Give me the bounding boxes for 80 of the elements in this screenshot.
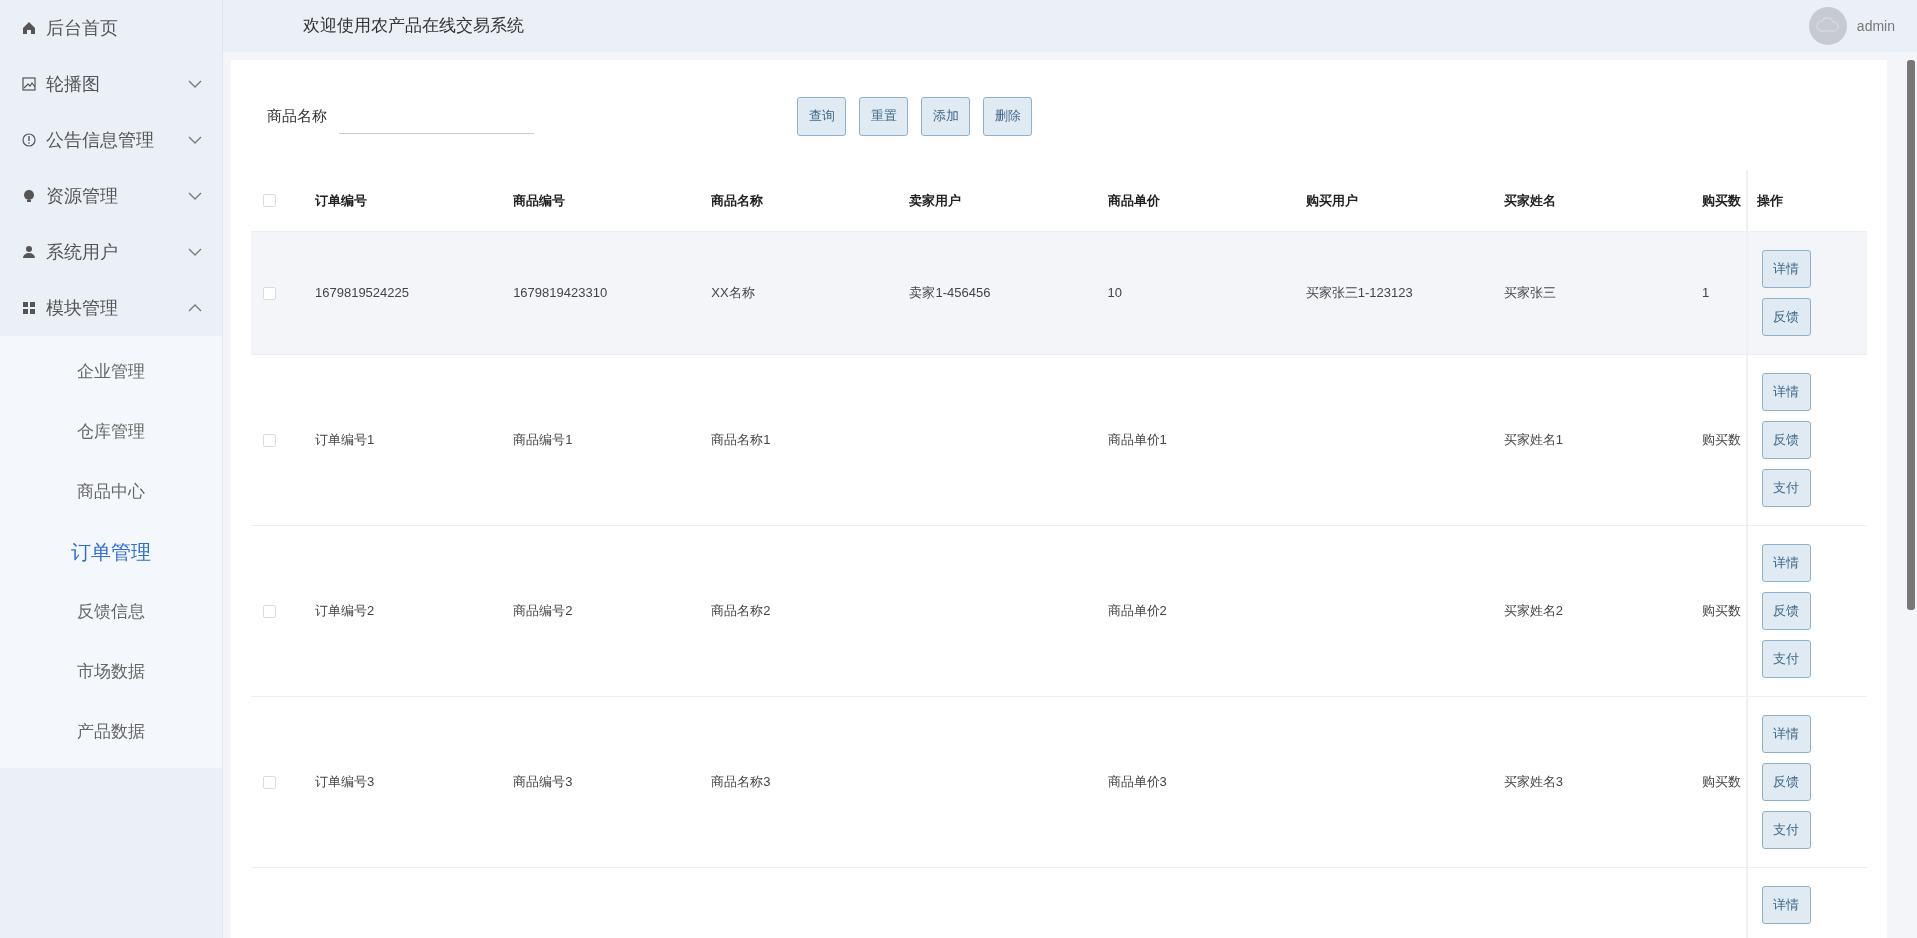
table-cell-text: 买家张三 bbox=[1503, 284, 1556, 303]
action-button[interactable]: 支付 bbox=[1762, 640, 1811, 678]
column-header: 商品名称 bbox=[711, 191, 764, 210]
column-header: 订单编号 bbox=[315, 191, 367, 210]
action-button[interactable]: 详情 bbox=[1762, 886, 1811, 924]
sidebar-item[interactable]: 后台首页 bbox=[0, 0, 222, 56]
table-cell-text: 购买数 bbox=[1702, 773, 1741, 792]
submenu-item[interactable]: 市场数据 bbox=[0, 642, 222, 702]
table-cell-text: 商品编号1 bbox=[513, 431, 573, 450]
table-cell-text: 1 bbox=[1702, 284, 1710, 303]
sidebar-item[interactable]: 资源管理 bbox=[0, 168, 222, 224]
table-cell-text: 商品单价1 bbox=[1107, 431, 1167, 450]
sidebar-item[interactable]: 模块管理 bbox=[0, 280, 222, 336]
user-name[interactable]: admin bbox=[1856, 15, 1895, 37]
action-button[interactable]: 支付 bbox=[1762, 469, 1811, 507]
toolbar-button[interactable]: 删除 bbox=[983, 96, 1032, 136]
column-header: 购买数 bbox=[1702, 191, 1741, 210]
action-button[interactable]: 详情 bbox=[1762, 250, 1811, 288]
action-button[interactable]: 详情 bbox=[1762, 373, 1811, 411]
table-cell-text: 订单编号2 bbox=[315, 602, 375, 621]
table-cell-text: 1679819524225 bbox=[315, 284, 409, 303]
submenu-item[interactable]: 商品中心 bbox=[0, 462, 222, 522]
column-header: 商品单价 bbox=[1107, 191, 1160, 210]
table-cell-text: 买家姓名3 bbox=[1503, 773, 1564, 792]
home-icon bbox=[22, 21, 36, 35]
toolbar-button[interactable]: 查询 bbox=[797, 96, 846, 136]
submenu-item[interactable]: 企业管理 bbox=[0, 342, 222, 402]
action-button[interactable]: 反馈 bbox=[1762, 763, 1811, 801]
toolbar-button[interactable]: 重置 bbox=[859, 96, 908, 136]
page-title: 欢迎使用农产品在线交易系统 bbox=[303, 15, 525, 38]
action-button[interactable]: 反馈 bbox=[1762, 592, 1811, 630]
table-cell-text: 订单编号3 bbox=[315, 773, 375, 792]
column-header: 买家姓名 bbox=[1503, 191, 1556, 210]
user-icon bbox=[22, 245, 36, 259]
table-cell-text: 买家张三1-123123 bbox=[1305, 284, 1413, 303]
user-avatar[interactable] bbox=[1808, 7, 1847, 45]
column-header: 操作 bbox=[1757, 191, 1783, 210]
search-label: 商品名称 bbox=[267, 105, 327, 126]
bulb-icon bbox=[22, 189, 36, 203]
action-button[interactable]: 反馈 bbox=[1762, 421, 1811, 459]
action-button[interactable]: 反馈 bbox=[1762, 298, 1811, 336]
column-header: 购买用户 bbox=[1305, 191, 1358, 210]
table-cell-text: 购买数 bbox=[1702, 602, 1741, 621]
table-cell-text: 10 bbox=[1107, 284, 1123, 303]
column-header: 商品编号 bbox=[513, 191, 566, 210]
action-button[interactable]: 支付 bbox=[1762, 811, 1811, 849]
toolbar-button[interactable]: 添加 bbox=[921, 96, 970, 136]
sidebar-item[interactable]: 系统用户 bbox=[0, 224, 222, 280]
image-icon bbox=[22, 77, 36, 91]
checkbox[interactable] bbox=[263, 286, 276, 300]
table-cell-text: 1679819423310 bbox=[513, 284, 608, 303]
info-icon bbox=[22, 133, 36, 147]
grid-icon bbox=[22, 301, 36, 315]
checkbox[interactable] bbox=[263, 433, 276, 447]
sidebar-item[interactable]: 公告信息管理 bbox=[0, 112, 222, 168]
table-cell-text: 商品名称2 bbox=[711, 602, 771, 621]
scrollbar[interactable] bbox=[1907, 60, 1915, 610]
submenu-item[interactable]: 产品数据 bbox=[0, 702, 222, 762]
submenu-item[interactable]: 反馈信息 bbox=[0, 582, 222, 642]
table-cell-text: 买家姓名1 bbox=[1503, 431, 1564, 450]
sidebar-item[interactable]: 轮播图 bbox=[0, 56, 222, 112]
table-cell-text: 商品单价2 bbox=[1107, 602, 1167, 621]
table-cell-text: 卖家1-456456 bbox=[909, 284, 991, 303]
table-cell-text: 商品名称1 bbox=[711, 431, 771, 450]
action-button[interactable]: 详情 bbox=[1762, 715, 1811, 753]
table-cell-text: 商品编号3 bbox=[513, 773, 573, 792]
table-cell-text: 商品名称3 bbox=[711, 773, 771, 792]
column-header: 卖家用户 bbox=[909, 191, 962, 210]
checkbox[interactable] bbox=[263, 775, 276, 789]
table-cell-text: 商品单价3 bbox=[1107, 773, 1167, 792]
table-cell-text: 商品编号2 bbox=[513, 602, 573, 621]
table-cell-text: 购买数 bbox=[1702, 431, 1741, 450]
table-cell-text: 订单编号1 bbox=[315, 431, 375, 450]
checkbox[interactable] bbox=[263, 194, 276, 207]
submenu-item[interactable]: 订单管理 bbox=[0, 522, 222, 582]
table-cell-text: XX名称 bbox=[711, 284, 755, 303]
checkbox[interactable] bbox=[263, 604, 276, 618]
submenu-item[interactable]: 仓库管理 bbox=[0, 402, 222, 462]
action-button[interactable]: 详情 bbox=[1762, 544, 1811, 582]
table-cell-text: 买家姓名2 bbox=[1503, 602, 1564, 621]
